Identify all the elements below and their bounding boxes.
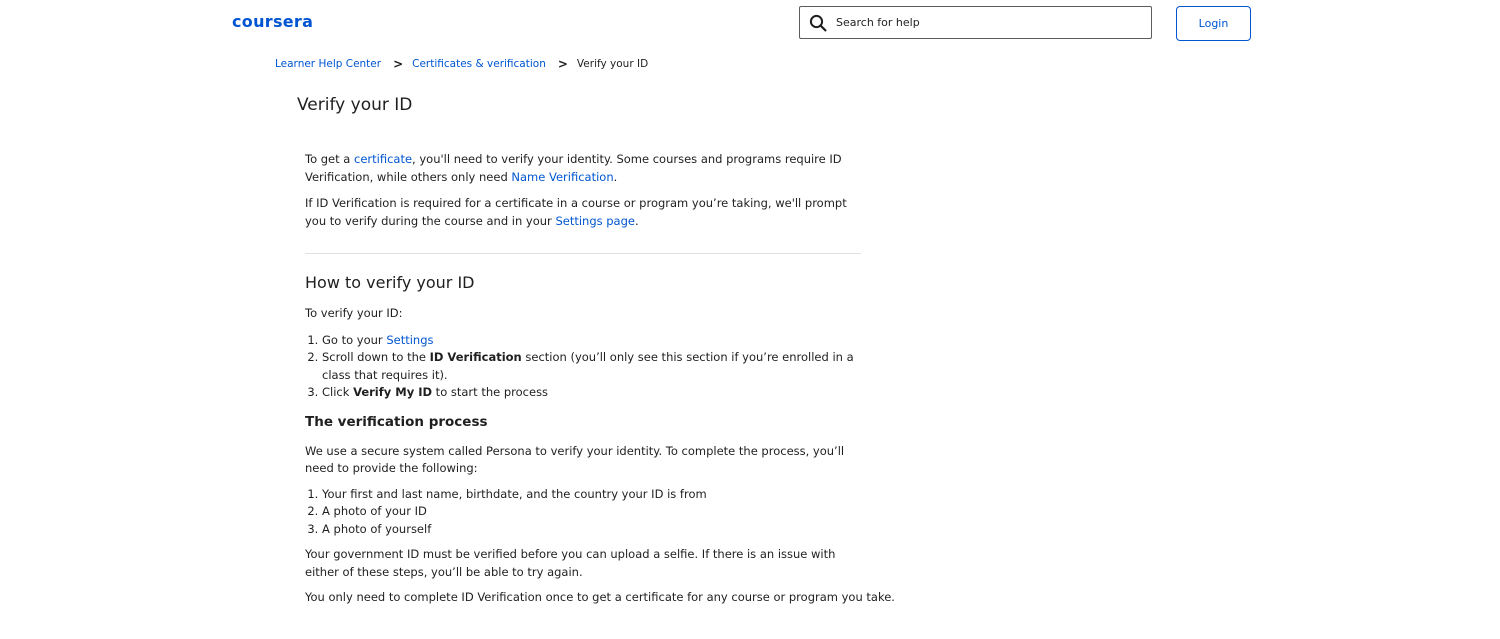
list-item: Click Verify My ID to start the process xyxy=(322,384,865,402)
name-verification-link[interactable]: Name Verification xyxy=(511,170,613,184)
list-item: Your first and last name, birthdate, and… xyxy=(322,486,865,504)
intro-paragraph-2: If ID Verification is required for a cer… xyxy=(305,195,865,230)
breadcrumb: Learner Help Center > Certificates & ver… xyxy=(275,57,648,71)
search-icon xyxy=(808,13,828,33)
certificate-link[interactable]: certificate xyxy=(354,152,412,166)
breadcrumb-separator: > xyxy=(557,57,568,71)
settings-page-link[interactable]: Settings page xyxy=(555,214,635,228)
breadcrumb-separator: > xyxy=(393,57,404,71)
how-to-steps: Go to your Settings Scroll down to the I… xyxy=(305,332,865,402)
process-paragraph-1: Your government ID must be verified befo… xyxy=(305,547,836,579)
process-requirements: Your first and last name, birthdate, and… xyxy=(305,486,865,539)
list-item: A photo of your ID xyxy=(322,503,865,521)
page-title: Verify your ID xyxy=(297,95,413,115)
how-to-heading: How to verify your ID xyxy=(305,273,475,292)
text: . xyxy=(634,213,639,228)
list-item: A photo of yourself xyxy=(322,521,865,539)
verify-my-id-bold: Verify My ID xyxy=(353,385,433,399)
breadcrumb-learner-help-center[interactable]: Learner Help Center xyxy=(275,58,381,70)
section-divider xyxy=(305,253,861,254)
list-item: Go to your Settings xyxy=(322,332,865,350)
text: Go to your xyxy=(322,332,387,347)
how-to-lead: To verify your ID: xyxy=(305,306,403,320)
article-body: To get a certificate, you'll need to ver… xyxy=(305,151,895,607)
id-verification-bold: ID Verification xyxy=(429,350,522,364)
breadcrumb-certificates-verification[interactable]: Certificates & verification xyxy=(412,58,546,70)
coursera-logo[interactable]: coursera xyxy=(232,12,313,31)
login-button[interactable]: Login xyxy=(1176,6,1251,41)
settings-link[interactable]: Settings xyxy=(386,333,433,347)
text: To get a xyxy=(305,152,355,166)
process-paragraph-2: You only need to complete ID Verificatio… xyxy=(305,590,895,604)
text: Click xyxy=(322,385,354,399)
breadcrumb-current: Verify your ID xyxy=(576,58,649,70)
list-item: Scroll down to the ID Verification secti… xyxy=(322,349,865,384)
text: . xyxy=(613,169,618,184)
verification-process-heading: The verification process xyxy=(305,413,488,430)
intro-paragraph-1: To get a certificate, you'll need to ver… xyxy=(305,151,865,186)
search-input[interactable] xyxy=(834,15,1138,30)
text: to start the process xyxy=(432,385,549,399)
text: Scroll down to the xyxy=(322,350,430,364)
process-lead: We use a secure system called Persona to… xyxy=(305,443,845,476)
search-box[interactable] xyxy=(799,6,1152,39)
